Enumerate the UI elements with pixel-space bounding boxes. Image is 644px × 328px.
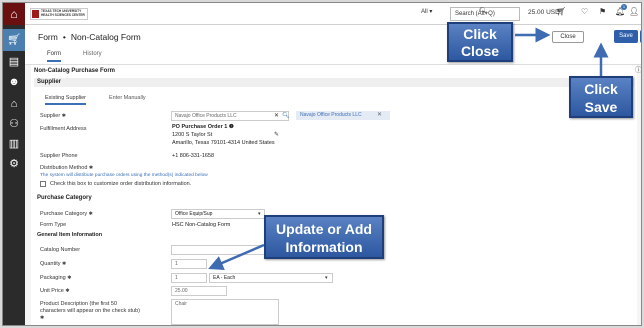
home-icon[interactable]: ⌂ [3,3,25,25]
gear-icon[interactable]: ⚙ [3,153,25,175]
catalog-number-input[interactable] [171,245,271,255]
quantity-label: Quantity ✱ [40,261,67,267]
click-save-callout: Click Save [569,76,633,118]
required-icon: ✱ [40,315,45,321]
supplier-input[interactable]: Navajo Office Products LLC [171,111,289,121]
required-icon: ✱ [88,165,94,171]
app-window: TEXAS TECH UNIVERSITY HEALTH SCIENCES CE… [2,2,642,326]
unit-price-input[interactable]: 25.00 [171,286,227,296]
required-icon: ✱ [62,261,67,267]
main-content: Non-Catalog Purchase Form ⓘ Supplier Exi… [25,65,641,325]
breadcrumb: Form • Non-Catalog Form [38,32,141,42]
purchase-category-label: Purchase Category ✱ [40,211,93,217]
university-logo[interactable]: TEXAS TECH UNIVERSITY HEALTH SCIENCES CE… [30,8,88,20]
info-icon[interactable]: ❶ [229,124,234,130]
fulfillment-city: Amarillo, Texas 79101-4314 United States [172,140,275,146]
remove-supplier-icon[interactable]: ✕ [377,111,382,118]
chart-icon[interactable]: ▥ [3,133,25,155]
quantity-input[interactable]: 1 [171,259,207,269]
bank-icon[interactable]: ⌂ [3,93,25,115]
page-header: Form • Non-Catalog Form Form History Clo… [25,25,641,65]
phone-value: +1 806-331-1658 [172,153,215,159]
required-icon: ✱ [65,288,70,294]
supplier-chip: Navajo Office Products LLC [296,111,390,120]
edit-pencil-icon[interactable]: ✎ [274,131,279,138]
update-information-callout: Update or Add Information [264,215,384,259]
form-type-value: HSC Non-Catalog Form [172,222,231,228]
required-icon: ✱ [88,211,93,217]
document-icon[interactable]: ▤ [3,51,25,73]
tab-enter-manually[interactable]: Enter Manually [109,95,146,103]
clear-icon[interactable]: ✕ [274,112,279,119]
close-button[interactable]: Close [552,31,584,43]
save-button[interactable]: Save [614,30,638,43]
breadcrumb-form[interactable]: Form [38,32,58,42]
phone-label: Supplier Phone [40,153,78,159]
search-icon[interactable]: 🔍︎ [479,7,488,15]
cart-icon[interactable]: 🛒︎ [556,7,566,16]
unit-price-label: Unit Price ✱ [40,288,70,294]
product-description-textarea[interactable]: Chair [171,299,279,325]
purchase-category-select[interactable]: Office Equip/Sup [171,209,265,219]
packaging-qty-input[interactable]: 1 [171,273,207,283]
sidebar: ⌂ 🛒︎ ▤ ☻ ⌂ ⚇ ▥ ⚙ [3,3,25,325]
top-bar: TEXAS TECH UNIVERSITY HEALTH SCIENCES CE… [3,3,641,25]
fulfillment-label: Fulfillment Address [40,126,87,132]
user-icon[interactable]: 👤︎ [629,7,639,16]
tab-existing-supplier[interactable]: Existing Supplier [45,95,86,105]
chevron-down-icon: ▾ [258,211,261,217]
packaging-label: Packaging ✱ [40,275,72,281]
logo-line-2: HEALTH SCIENCES CENTER [41,13,85,17]
purchase-category-heading: Purchase Category [37,195,92,201]
customize-distribution-label: Check this box to customize order distri… [50,181,192,187]
form-type-label: Form Type [40,222,67,228]
heart-icon[interactable]: ♡ [581,7,588,16]
search-icon[interactable]: 🔍︎ [282,112,290,119]
click-close-callout: Click Close [447,22,513,62]
network-icon[interactable]: ⚇ [3,113,25,135]
breadcrumb-separator: • [62,32,66,42]
form-card: Non-Catalog Purchase Form ⓘ Supplier Exi… [31,65,641,325]
help-icon[interactable]: ⓘ [635,65,641,75]
form-title: Non-Catalog Purchase Form [34,68,116,74]
chevron-down-icon: ▾ [325,275,328,281]
supplier-section-heading: Supplier [37,79,62,85]
supplier-label: Supplier ✱ [40,113,66,119]
page-title: Non-Catalog Form [70,32,141,42]
distribution-label: Distribution Method ✱ [40,165,94,171]
user-icon[interactable]: ☻ [3,71,25,93]
save-options-chevron-icon[interactable]: ▾ [640,30,641,43]
notification-badge: 1 [621,4,627,10]
tab-form[interactable]: Form [47,51,61,62]
cart-icon[interactable]: 🛒︎ [3,29,25,51]
tab-history[interactable]: History [83,51,102,60]
product-description-label-1: Product Description (the first 50 [40,301,118,307]
flag-icon[interactable]: ⚑ [599,7,606,16]
customize-distribution-checkbox[interactable] [40,181,46,187]
distribution-note: The system will distribute purchase orde… [40,173,208,178]
search-scope-dropdown[interactable]: All ▾ [421,8,432,15]
packaging-unit-select[interactable]: EA - Each [209,273,333,283]
catalog-number-label: Catalog Number [40,247,81,253]
required-icon: ✱ [67,275,72,281]
fulfillment-name: PO Purchase Order 1 ❶ [172,124,234,130]
chevron-down-icon: ▾ [429,9,433,15]
product-description-label-2: characters will appear on the check stub… [40,308,140,314]
fulfillment-street: 1200 S Taylor St [172,132,213,138]
logo-mark-icon [32,10,39,18]
required-icon: ✱ [61,113,66,119]
